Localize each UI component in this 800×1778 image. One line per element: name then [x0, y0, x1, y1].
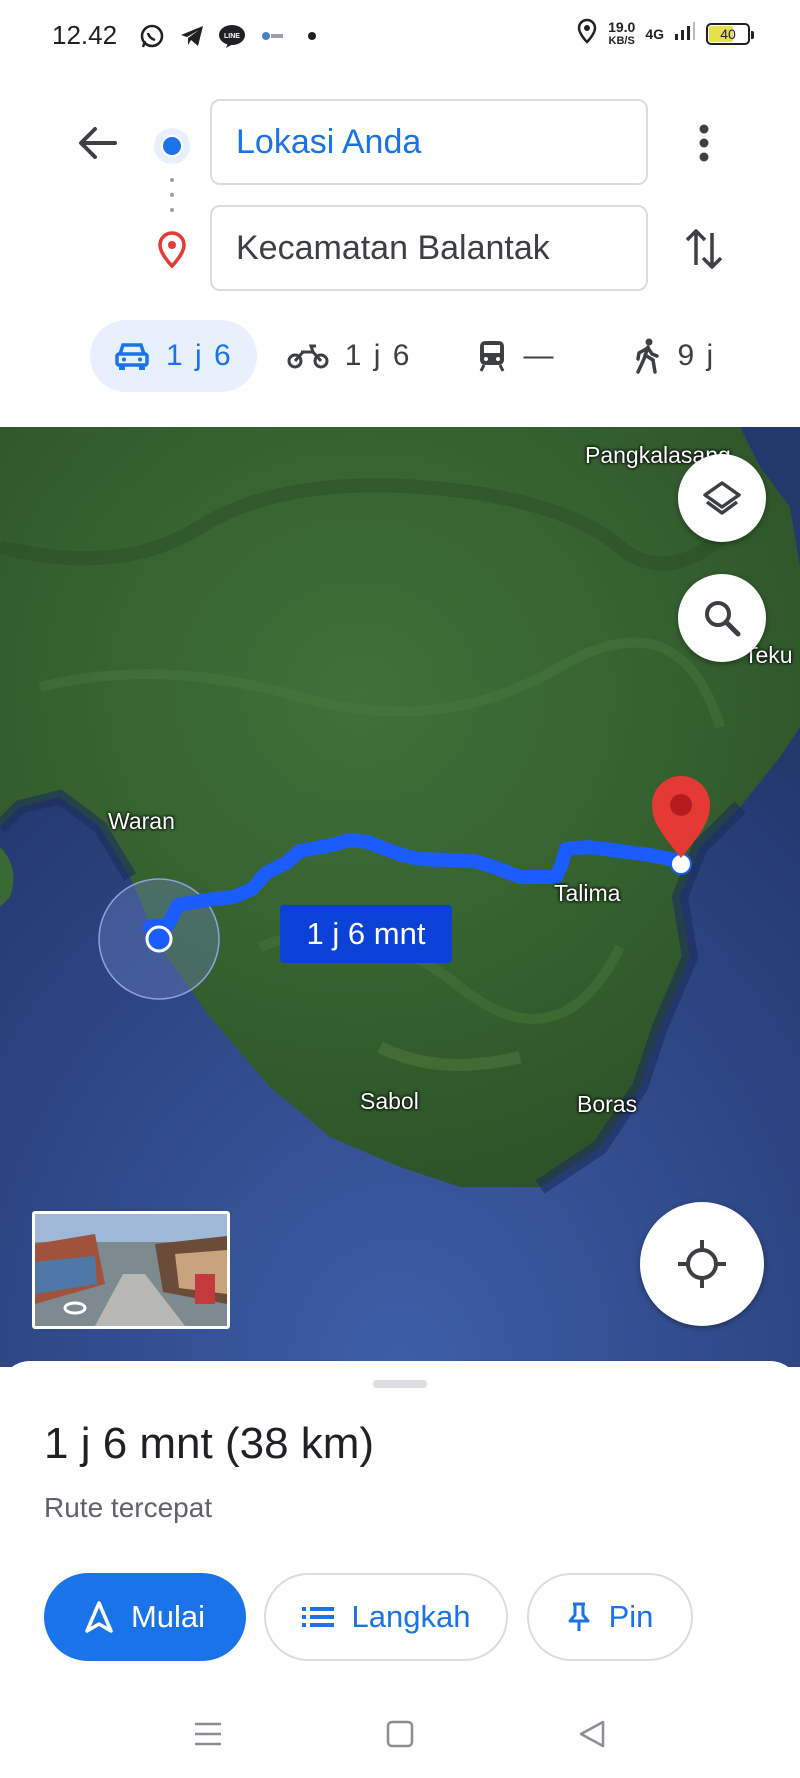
current-location-dot — [145, 925, 173, 953]
network-type: 4G — [645, 25, 664, 42]
map-label-sabol: Sabol — [360, 1088, 419, 1114]
more-options-button[interactable] — [684, 118, 724, 168]
map-label-boras: Boras — [577, 1091, 638, 1117]
swap-button[interactable] — [680, 222, 728, 276]
home-square-icon — [386, 1720, 414, 1748]
more-notifications-dot-icon — [298, 22, 326, 50]
street-view-image — [35, 1214, 227, 1326]
my-location-button[interactable] — [640, 1202, 764, 1326]
speed-unit: KB/S — [608, 34, 635, 47]
map-label-talima: Talima — [554, 880, 621, 906]
pin-label: Pin — [608, 1599, 654, 1634]
walk-icon — [636, 338, 660, 374]
my-location-icon — [678, 1240, 726, 1288]
recents-button[interactable] — [188, 1714, 228, 1754]
sheet-drag-handle[interactable] — [373, 1380, 427, 1388]
travel-mode-tabs: 1 j 6 1 j 6 — 9 j — [90, 320, 715, 392]
back-triangle-icon — [579, 1720, 605, 1748]
origin-field[interactable]: Lokasi Anda — [210, 99, 648, 185]
navigation-arrow-icon — [85, 1601, 113, 1633]
motorcycle-icon — [287, 344, 329, 369]
tab-car[interactable]: 1 j 6 — [90, 320, 257, 392]
battery-level: 40 — [720, 25, 736, 42]
status-bar: 12.42 LINE 19.0 KB/S 4G 40 — [0, 0, 800, 72]
status-time: 12.42 — [52, 20, 118, 50]
transit-duration: — — [523, 339, 556, 372]
system-nav-bar — [0, 1700, 800, 1778]
signal-icon — [674, 20, 696, 47]
menu-lines-icon — [195, 1722, 221, 1746]
route-duration-chip[interactable]: 1 j 6 mnt — [280, 905, 452, 963]
search-button[interactable] — [678, 574, 766, 662]
battery-indicator: 40 — [706, 22, 754, 45]
arrow-back-icon — [79, 127, 117, 159]
map-view[interactable]: Pangkalasang Teku Waran Talima Sabol Bor… — [0, 427, 800, 1367]
origin-dot-icon — [154, 128, 190, 164]
route-subtitle: Rute tercepat — [44, 1492, 213, 1523]
line-icon: LINE — [218, 22, 246, 50]
location-status-icon — [576, 18, 598, 49]
tab-walk[interactable]: 9 j — [633, 320, 715, 392]
marker-center — [670, 794, 692, 816]
swap-vert-icon — [685, 229, 723, 269]
whatsapp-icon — [138, 22, 166, 50]
layers-button[interactable] — [678, 454, 766, 542]
tab-transit[interactable]: — — [477, 320, 555, 392]
system-status: 19.0 KB/S 4G 40 — [576, 18, 754, 49]
pin-button[interactable]: Pin — [527, 1573, 693, 1661]
list-icon — [301, 1607, 334, 1627]
tab-motorcycle[interactable]: 1 j 6 — [287, 320, 412, 392]
start-label: Mulai — [130, 1599, 206, 1634]
network-speed: 19.0 KB/S — [608, 20, 635, 48]
start-navigation-button[interactable]: Mulai — [44, 1573, 246, 1661]
motorcycle-duration: 1 j 6 — [344, 339, 412, 372]
steps-button[interactable]: Langkah — [264, 1573, 508, 1661]
destination-field[interactable]: Kecamatan Balantak — [210, 205, 648, 291]
steps-label: Langkah — [351, 1599, 471, 1634]
telegram-icon — [178, 22, 206, 50]
map-label-waran: Waran — [108, 808, 175, 834]
notification-icons: LINE — [138, 22, 326, 50]
speed-value: 19.0 — [608, 18, 636, 35]
car-duration: 1 j 6 — [166, 339, 233, 372]
svg-text:LINE: LINE — [224, 33, 240, 40]
search-icon — [705, 601, 741, 637]
back-button[interactable] — [72, 118, 122, 168]
street-view-thumbnail[interactable] — [32, 1211, 230, 1329]
transit-icon — [480, 341, 505, 372]
destination-pin-icon — [154, 230, 190, 270]
home-button[interactable] — [380, 1714, 420, 1754]
more-vert-icon — [699, 124, 709, 162]
route-connector — [169, 178, 175, 212]
walk-duration: 9 j — [677, 339, 716, 372]
app-notification-icon — [258, 22, 286, 50]
car-icon — [115, 343, 149, 370]
route-summary: 1 j 6 mnt (38 km) — [44, 1419, 375, 1468]
layers-icon — [703, 481, 741, 515]
back-nav-button[interactable] — [572, 1714, 612, 1754]
pin-icon — [568, 1602, 590, 1631]
